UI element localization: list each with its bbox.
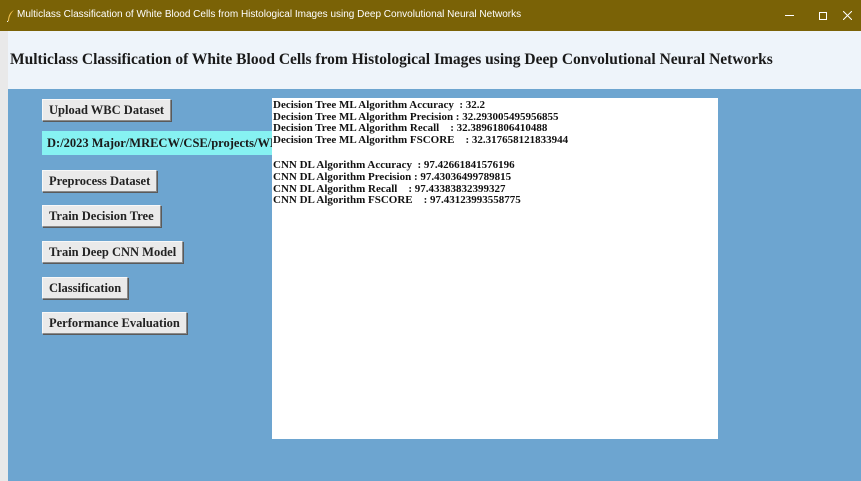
result-spacer	[273, 146, 718, 160]
close-button[interactable]	[834, 0, 861, 31]
heading-band: Multiclass Classification of White Blood…	[8, 31, 861, 89]
feather-icon	[6, 9, 15, 23]
maximize-icon	[819, 11, 827, 20]
upload-dataset-button[interactable]: Upload WBC Dataset	[42, 99, 172, 121]
train-decision-tree-button[interactable]: Train Decision Tree	[42, 205, 161, 227]
classification-button[interactable]: Classification	[42, 277, 129, 299]
app-window: Multiclass Classification of White Blood…	[0, 0, 861, 481]
train-cnn-button[interactable]: Train Deep CNN Model	[42, 241, 184, 263]
minimize-button[interactable]	[772, 0, 806, 31]
result-line: Decision Tree ML Algorithm Accuracy : 32…	[273, 99, 486, 111]
result-line: CNN DL Algorithm FSCORE : 97.43123993558…	[273, 194, 521, 207]
close-icon	[843, 11, 852, 20]
result-line: Decision Tree ML Algorithm FSCORE : 32.3…	[273, 133, 569, 146]
results-text-area[interactable]: Decision Tree ML Algorithm Accuracy : 32…	[272, 98, 718, 439]
main-panel: Upload WBC Dataset D:/2023 Major/MRECW/C…	[8, 89, 861, 481]
minimize-icon	[784, 15, 794, 16]
performance-evaluation-button[interactable]: Performance Evaluation	[42, 312, 187, 334]
result-line: CNN DL Algorithm Precision : 97.43036499…	[273, 170, 512, 183]
dataset-path-label: D:/2023 Major/MRECW/CSE/projects/WB	[42, 131, 272, 155]
preprocess-dataset-button[interactable]: Preprocess Dataset	[42, 170, 158, 192]
title-bar[interactable]: Multiclass Classification of White Blood…	[0, 0, 861, 31]
window-title: Multiclass Classification of White Blood…	[17, 9, 522, 20]
page-title: Multiclass Classification of White Blood…	[10, 51, 773, 68]
